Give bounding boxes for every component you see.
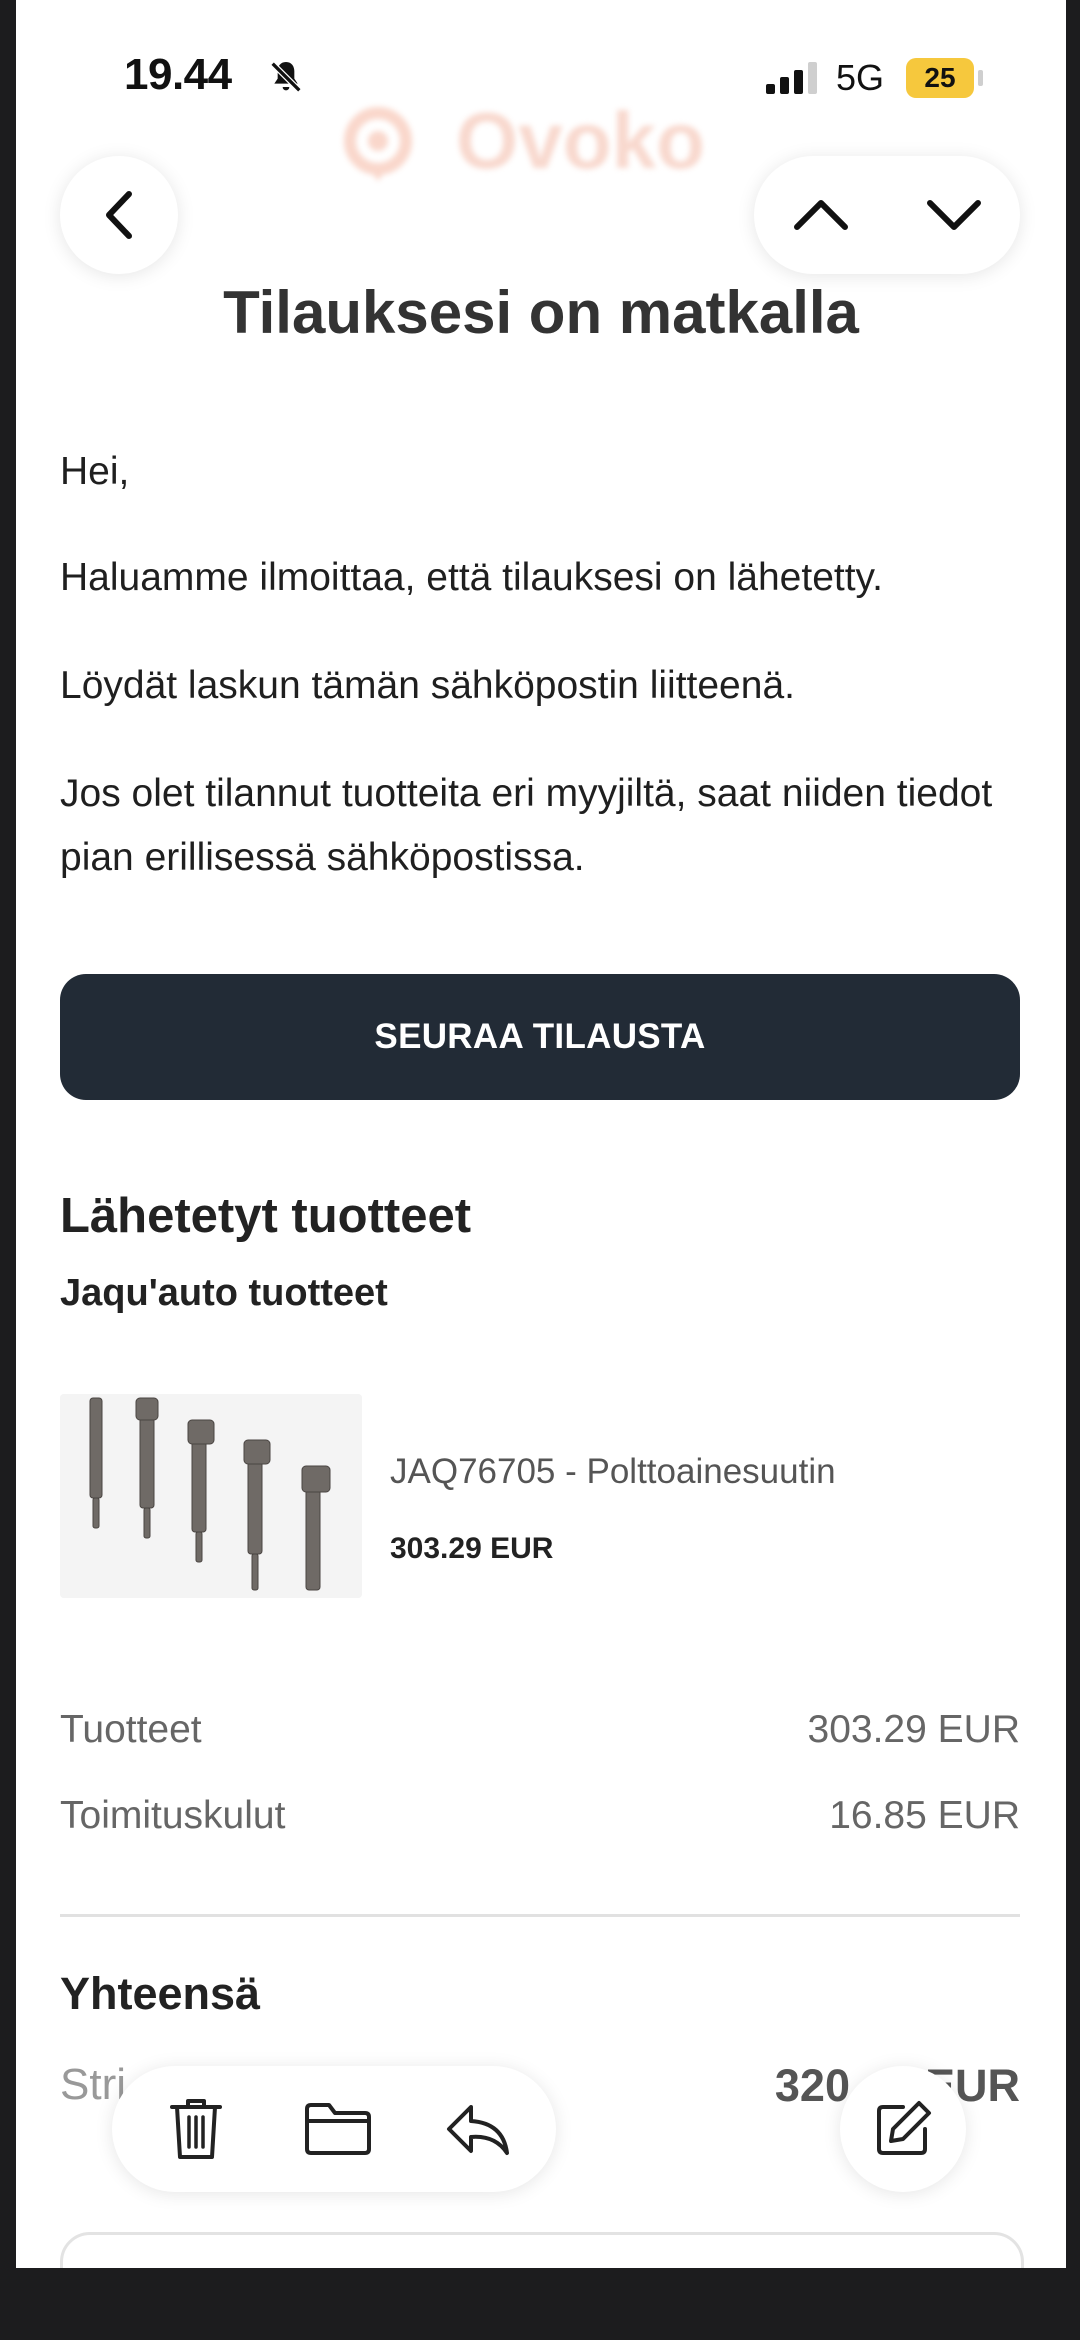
bell-slash-icon [270, 61, 302, 93]
summary-divider [60, 1914, 1020, 1917]
status-time: 19.44 [124, 50, 232, 99]
delete-button[interactable] [126, 2066, 266, 2192]
chevron-down-icon [926, 200, 981, 230]
trash-icon [170, 2099, 222, 2159]
brand-logo: Ovoko [456, 96, 705, 185]
move-to-folder-button[interactable] [268, 2066, 408, 2192]
paragraph-invoice: Löydät laskun tämän sähköpostin liitteen… [60, 664, 795, 707]
battery-tip [978, 70, 983, 86]
next-message-button[interactable] [887, 156, 1020, 274]
total-sub-label: Stri [60, 2060, 126, 2109]
compose-button[interactable] [840, 2066, 966, 2192]
email-screen: 19.44 5G 25 Ovoko Tilauksesi on matkalla… [16, 0, 1066, 2268]
total-label: Yhteensä [60, 1968, 261, 2019]
product-image[interactable] [60, 1394, 362, 1598]
network-type: 5G [836, 57, 885, 98]
shipped-products-heading: Lähetetyt tuotteet [60, 1189, 472, 1243]
product-name: JAQ76705 - Polttoainesuutin [390, 1452, 836, 1491]
reply-button[interactable] [408, 2066, 548, 2192]
cellular-signal-icon [766, 62, 817, 94]
products-label: Tuotteet [60, 1708, 202, 1751]
battery-indicator: 25 [906, 58, 974, 98]
action-toolbar [112, 2066, 556, 2192]
message-nav-pill [754, 156, 1020, 274]
content-card [60, 2232, 1024, 2268]
compose-icon [877, 2101, 931, 2155]
chevron-up-icon [793, 200, 848, 230]
products-value: 303.29 EUR [807, 1708, 1020, 1751]
greeting-text: Hei, [60, 450, 130, 493]
shipping-label: Toimituskulut [60, 1794, 286, 1837]
back-button[interactable] [60, 156, 178, 274]
paragraph-shipped: Haluamme ilmoittaa, että tilauksesi on l… [60, 556, 883, 599]
paragraph-sellers: Jos olet tilannut tuotteita eri myyjiltä… [60, 772, 993, 879]
chevron-left-icon [106, 191, 132, 239]
track-order-button[interactable]: SEURAA TILAUSTA [60, 974, 1020, 1100]
seller-products-heading: Jaqu'auto tuotteet [60, 1272, 388, 1314]
folder-icon [305, 2103, 371, 2155]
shipping-value: 16.85 EUR [829, 1794, 1020, 1837]
reply-icon [447, 2105, 509, 2155]
email-title: Tilauksesi on matkalla [223, 279, 859, 346]
previous-message-button[interactable] [754, 156, 887, 274]
product-price: 303.29 EUR [390, 1532, 554, 1565]
brand-logo-icon [344, 107, 412, 181]
